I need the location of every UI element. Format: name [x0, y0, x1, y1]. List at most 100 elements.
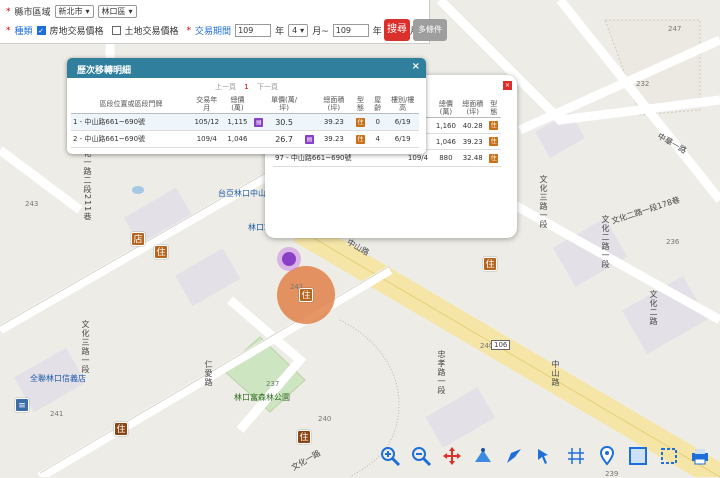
popup-title: 歷次移轉明細	[77, 66, 132, 76]
cell-floor: 6/19	[386, 130, 419, 148]
cell-unit-icon: ▤	[302, 130, 316, 148]
pin-icon[interactable]	[594, 443, 620, 469]
type-badge: 住	[489, 121, 499, 130]
elevation-label: 236	[666, 238, 680, 246]
property-marker-selected[interactable]: 住	[299, 288, 313, 302]
start-month-select[interactable]: 4 ▾	[288, 24, 309, 37]
property-marker[interactable]: 住	[154, 245, 168, 259]
type-label: 種類	[14, 27, 33, 37]
elevation-label: 243	[25, 200, 39, 208]
cell-floor: 6/19	[386, 113, 419, 131]
cell-age: 4	[369, 130, 387, 148]
cell-total-icon: ▤	[252, 113, 266, 131]
road-label-zhongshan-v: 中山路	[551, 360, 560, 387]
road-label-road6: 仁愛路	[204, 360, 213, 387]
chevron-down-icon: ▾	[128, 7, 133, 16]
search-button[interactable]: 搜尋	[384, 19, 410, 41]
col-header	[252, 95, 266, 114]
col-header: 樓別/樓高	[386, 95, 419, 114]
type-badge: 住	[355, 117, 365, 127]
property-marker[interactable]: 店	[131, 232, 145, 246]
detail-icon[interactable]: ▤	[254, 117, 264, 127]
type-badge: 住	[489, 153, 499, 163]
locate-icon[interactable]	[501, 443, 527, 469]
road-label-wenhua2: 文化二路一段	[601, 215, 610, 269]
cell-total-spacer	[252, 130, 266, 148]
poi-marker[interactable]: ≡	[15, 398, 29, 412]
cell-total: 1,115	[222, 113, 253, 131]
start-year-unit: 年	[275, 27, 285, 37]
city-select-value: 新北市	[58, 7, 83, 16]
cell-unit: 30.5	[265, 113, 303, 131]
cell-unit-spacer	[302, 113, 316, 131]
table-row[interactable]: 1 - 中山路661~690號 105/12 1,115 ▤ 30.5 39.2…	[71, 113, 419, 131]
zoom-in-icon[interactable]	[377, 443, 403, 469]
type-badge: 住	[355, 134, 365, 144]
elevation-label: 241	[50, 410, 64, 418]
start-year-input[interactable]: 109	[235, 24, 272, 37]
map-toolbar	[377, 441, 713, 471]
advanced-filter-button[interactable]: 多條件	[413, 19, 447, 41]
table-row[interactable]: 2 - 中山路661~690號 109/4 1,046 26.7 ▤ 39.23…	[71, 130, 419, 148]
elevation-label: 232	[636, 80, 650, 88]
frame-icon[interactable]	[625, 443, 651, 469]
filter-bar: * 縣市區域 新北市 ▾ 林口區 ▾ * 種類 ✓ 房地交易價格 土地交易價格 * …	[0, 0, 447, 44]
cell-total: 1,160	[433, 117, 459, 134]
property-marker[interactable]: 住	[483, 257, 497, 271]
city-select[interactable]: 新北市 ▾	[54, 5, 94, 18]
land-price-checkbox[interactable]	[111, 26, 121, 35]
park-label: 林口富森林公園	[234, 393, 290, 402]
pan-icon[interactable]	[439, 443, 465, 469]
district-select[interactable]: 林口區 ▾	[97, 5, 137, 18]
print-icon[interactable]	[687, 443, 713, 469]
measure-line-icon[interactable]	[470, 443, 496, 469]
next-page-link[interactable]: 下一頁	[257, 83, 278, 91]
end-year-unit: 年	[372, 27, 382, 37]
col-header: 總面積(坪)	[315, 95, 352, 114]
start-month-value: 4	[292, 26, 298, 35]
history-table: 區段位置或區段門牌 交易年月 總價(萬) 單價(萬/坪) 總面積(坪) 型態 屋…	[71, 95, 419, 148]
house-price-checkbox[interactable]: ✓	[36, 26, 46, 35]
cell-area: 39.23	[315, 113, 352, 131]
poi-store-label: 全聯林口信義店	[30, 374, 86, 383]
close-icon[interactable]: ×	[503, 81, 512, 90]
popup-header: 歷次移轉明細 ×	[67, 58, 426, 78]
road-label-jingming: 忠孝路一段	[437, 350, 446, 395]
chevron-down-icon: ▾	[300, 26, 305, 35]
col-header: 區段位置或區段門牌	[71, 95, 191, 114]
cell-total: 1,046	[433, 133, 459, 150]
close-icon[interactable]: ×	[412, 61, 420, 72]
property-marker[interactable]: 住	[297, 430, 311, 444]
period-label: 交易期間	[195, 27, 232, 37]
cell-type: 住	[486, 133, 501, 150]
elevation-label: 237	[266, 380, 280, 388]
elevation-label: 247	[668, 25, 682, 33]
transfer-history-popup: 歷次移轉明細 × 上一頁 1 下一頁 區段位置或區段門牌 交易年月 總價(萬) …	[67, 58, 426, 154]
cell-area: 40.28	[458, 117, 487, 134]
cell-date: 109/4	[191, 130, 223, 148]
chevron-down-icon: ▾	[85, 7, 90, 16]
cell-total: 880	[433, 149, 459, 167]
detail-icon[interactable]: ▤	[304, 134, 314, 144]
road-label-wenhua3-1: 文化三路一段	[81, 320, 90, 374]
highway-shield: 106	[491, 340, 511, 350]
prev-page-link[interactable]: 上一頁	[215, 83, 236, 91]
property-marker[interactable]: 住	[114, 422, 128, 436]
select-icon[interactable]	[532, 443, 558, 469]
cell-address: 2 - 中山路661~690號	[71, 130, 191, 148]
end-year-input[interactable]: 109	[332, 24, 369, 37]
house-price-label: 房地交易價格	[49, 27, 104, 37]
table-header-row: 區段位置或區段門牌 交易年月 總價(萬) 單價(萬/坪) 總面積(坪) 型態 屋…	[71, 95, 419, 114]
cell-area: 32.48	[458, 149, 487, 167]
fullscreen-icon[interactable]	[656, 443, 682, 469]
cell-area: 39.23	[315, 130, 352, 148]
elevation-label: 240	[318, 415, 332, 423]
col-header: 屋齡	[369, 95, 387, 114]
zoom-out-icon[interactable]	[408, 443, 434, 469]
cell-type: 住	[486, 117, 501, 134]
cell-type: 住	[486, 149, 501, 167]
cell-area: 39.23	[458, 133, 487, 150]
required-mark: *	[186, 25, 192, 36]
col-header: 型態	[486, 99, 501, 118]
grid-icon[interactable]	[563, 443, 589, 469]
